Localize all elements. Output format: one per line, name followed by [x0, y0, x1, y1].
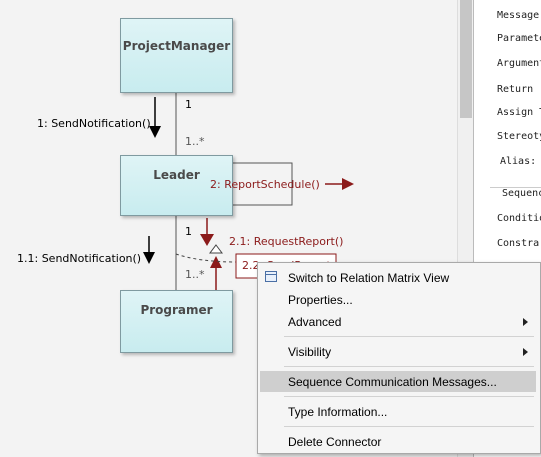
prop-constraint-label: Constra [497, 238, 540, 249]
prop-assign-label: Assign T [497, 107, 541, 118]
multiplicity-leader-bottom: 1..* [185, 268, 205, 281]
multiplicity-pm-bottom: 1..* [185, 135, 205, 148]
menu-item-properties[interactable]: Properties... [260, 289, 536, 310]
selected-connector-dashed [175, 253, 237, 263]
menu-item-label: Advanced [288, 314, 342, 329]
prop-return-label: Return [497, 84, 534, 95]
node-project-manager-label: ProjectManager [122, 39, 231, 53]
menu-item-label: Type Information... [288, 404, 388, 419]
menu-item-type-information[interactable]: Type Information... [260, 401, 536, 422]
menu-separator [284, 426, 534, 427]
submenu-arrow-icon [523, 347, 528, 356]
multiplicity-leader-top: 1 [185, 225, 192, 238]
menu-item-label: Delete Connector [288, 434, 382, 449]
message-11-arrowhead [143, 252, 155, 264]
node-programer[interactable]: Programer [120, 290, 233, 353]
node-programer-label: Programer [140, 303, 213, 317]
node-project-manager[interactable]: ProjectManager [120, 18, 233, 93]
menu-item-advanced[interactable]: Advanced [260, 311, 536, 332]
message-1-arrowhead [149, 126, 161, 138]
menu-item-sequence-messages[interactable]: Sequence Communication Messages... [260, 371, 536, 392]
menu-separator [284, 366, 534, 367]
menu-item-delete-connector[interactable]: Delete Connector [260, 431, 536, 452]
menu-separator [284, 396, 534, 397]
context-menu: Switch to Relation Matrix View Propertie… [257, 262, 541, 454]
node-leader-label: Leader [153, 168, 200, 182]
multiplicity-pm-top: 1 [185, 98, 192, 111]
prop-arguments-label: Argument [497, 58, 541, 69]
menu-item-label: Switch to Relation Matrix View [288, 270, 450, 285]
message-1-label[interactable]: 1: SendNotification() [37, 117, 151, 130]
message-2-label[interactable]: 2: ReportSchedule() [210, 178, 320, 191]
scrollbar-thumb[interactable] [460, 0, 472, 118]
menu-item-relation-matrix[interactable]: Switch to Relation Matrix View [260, 267, 536, 288]
message-11-label[interactable]: 1.1: SendNotification() [17, 252, 141, 265]
message-21-arrowhead [200, 234, 214, 246]
matrix-view-icon [265, 271, 277, 282]
message-22-arrowhead [210, 256, 222, 268]
selection-handle [209, 244, 223, 254]
menu-item-visibility[interactable]: Visibility [260, 341, 536, 362]
prop-parameters-label: Paramete [497, 33, 541, 44]
message-2-arrowhead [342, 178, 354, 190]
menu-separator [284, 336, 534, 337]
message-21-label[interactable]: 2.1: RequestReport() [229, 235, 343, 248]
prop-condition-label: Conditio [497, 213, 541, 224]
menu-item-label: Properties... [288, 292, 353, 307]
prop-alias-label: Alias: [500, 156, 537, 167]
menu-item-label: Visibility [288, 344, 332, 359]
submenu-arrow-icon [523, 317, 528, 326]
menu-item-label: Sequence Communication Messages... [288, 374, 497, 389]
prop-section-title: Sequence [502, 188, 541, 199]
prop-message-label: Message [497, 10, 540, 21]
prop-stereotype-label: Stereoty [497, 131, 541, 142]
